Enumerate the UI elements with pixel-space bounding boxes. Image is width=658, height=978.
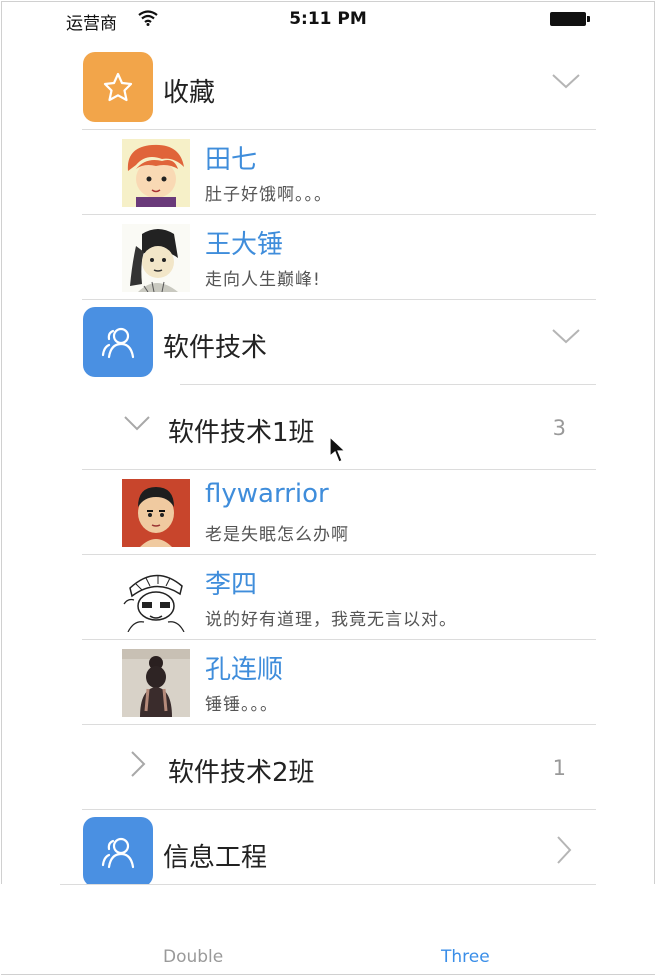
friend-signature: 锤锤。。。 xyxy=(205,695,278,715)
section-title: 收藏 xyxy=(163,78,216,108)
section-header-infoeng[interactable]: 信息工程 xyxy=(82,810,596,895)
friend-signature: 肚子好饿啊。。。 xyxy=(205,185,332,205)
friend-row[interactable]: flywarrior 老是失眠怎么办啊 xyxy=(82,470,596,555)
friend-row[interactable]: 李四 说的好有道理，我竟无言以对。 xyxy=(82,555,596,640)
tab-three[interactable]: Three xyxy=(441,947,490,967)
tab-bar: Double Three xyxy=(0,884,656,974)
friend-signature: 说的好有道理，我竟无言以对。 xyxy=(205,610,457,630)
chevron-right-icon xyxy=(556,836,572,868)
group-count: 3 xyxy=(552,416,566,440)
group-title: 软件技术1班 xyxy=(168,418,315,448)
avatar xyxy=(122,649,190,717)
section-header-software[interactable]: 软件技术 xyxy=(82,300,596,385)
contact-list[interactable]: 收藏 田七 肚子好饿啊。。。 王大锤 走向人生巅峰! 软件技术 软件技术1班 3… xyxy=(82,45,596,895)
status-bar: 运营商 5:11 PM xyxy=(0,0,656,40)
section-header-favorites[interactable]: 收藏 xyxy=(82,45,596,130)
friend-row[interactable]: 田七 肚子好饿啊。。。 xyxy=(82,130,596,215)
section-title: 信息工程 xyxy=(163,843,268,873)
avatar xyxy=(122,479,190,547)
avatar xyxy=(122,564,190,632)
star-icon xyxy=(83,52,153,122)
chevron-down-icon xyxy=(552,73,580,93)
battery-icon xyxy=(550,12,590,26)
chevron-down-icon xyxy=(124,415,150,435)
section-title: 软件技术 xyxy=(163,333,268,363)
friend-signature: 老是失眠怎么办啊 xyxy=(205,525,349,545)
group-count: 1 xyxy=(552,756,566,780)
friend-signature: 走向人生巅峰! xyxy=(205,270,321,290)
friend-name: 孔连顺 xyxy=(205,655,284,685)
friend-name: 王大锤 xyxy=(205,230,284,260)
friend-name: 田七 xyxy=(205,145,258,175)
chevron-right-icon xyxy=(130,751,146,781)
group-icon xyxy=(83,307,153,377)
group-header-class2[interactable]: 软件技术2班 1 xyxy=(82,725,596,810)
group-icon xyxy=(83,817,153,887)
tab-double[interactable]: Double xyxy=(163,947,223,967)
group-title: 软件技术2班 xyxy=(168,758,315,788)
friend-name: 李四 xyxy=(205,570,258,600)
avatar xyxy=(122,224,190,292)
mouse-cursor-icon xyxy=(329,435,347,468)
chevron-down-icon xyxy=(552,328,580,348)
avatar xyxy=(122,139,190,207)
divider xyxy=(60,884,596,885)
friend-name: flywarrior xyxy=(205,479,329,509)
friend-row[interactable]: 孔连顺 锤锤。。。 xyxy=(82,640,596,725)
friend-row[interactable]: 王大锤 走向人生巅峰! xyxy=(82,215,596,300)
